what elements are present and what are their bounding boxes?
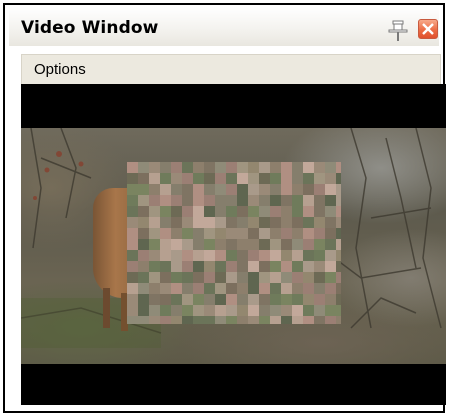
deer-leg (103, 288, 110, 328)
pin-icon[interactable] (388, 20, 408, 42)
video-player[interactable] (21, 84, 446, 405)
pixelated-region (127, 162, 341, 324)
close-button[interactable] (418, 19, 438, 39)
title-bar[interactable]: Video Window (9, 7, 439, 46)
video-frame (21, 128, 446, 364)
menu-bar: Options (21, 54, 441, 86)
menu-options[interactable]: Options (34, 61, 86, 78)
window-title: Video Window (21, 18, 159, 38)
close-icon (422, 23, 434, 35)
